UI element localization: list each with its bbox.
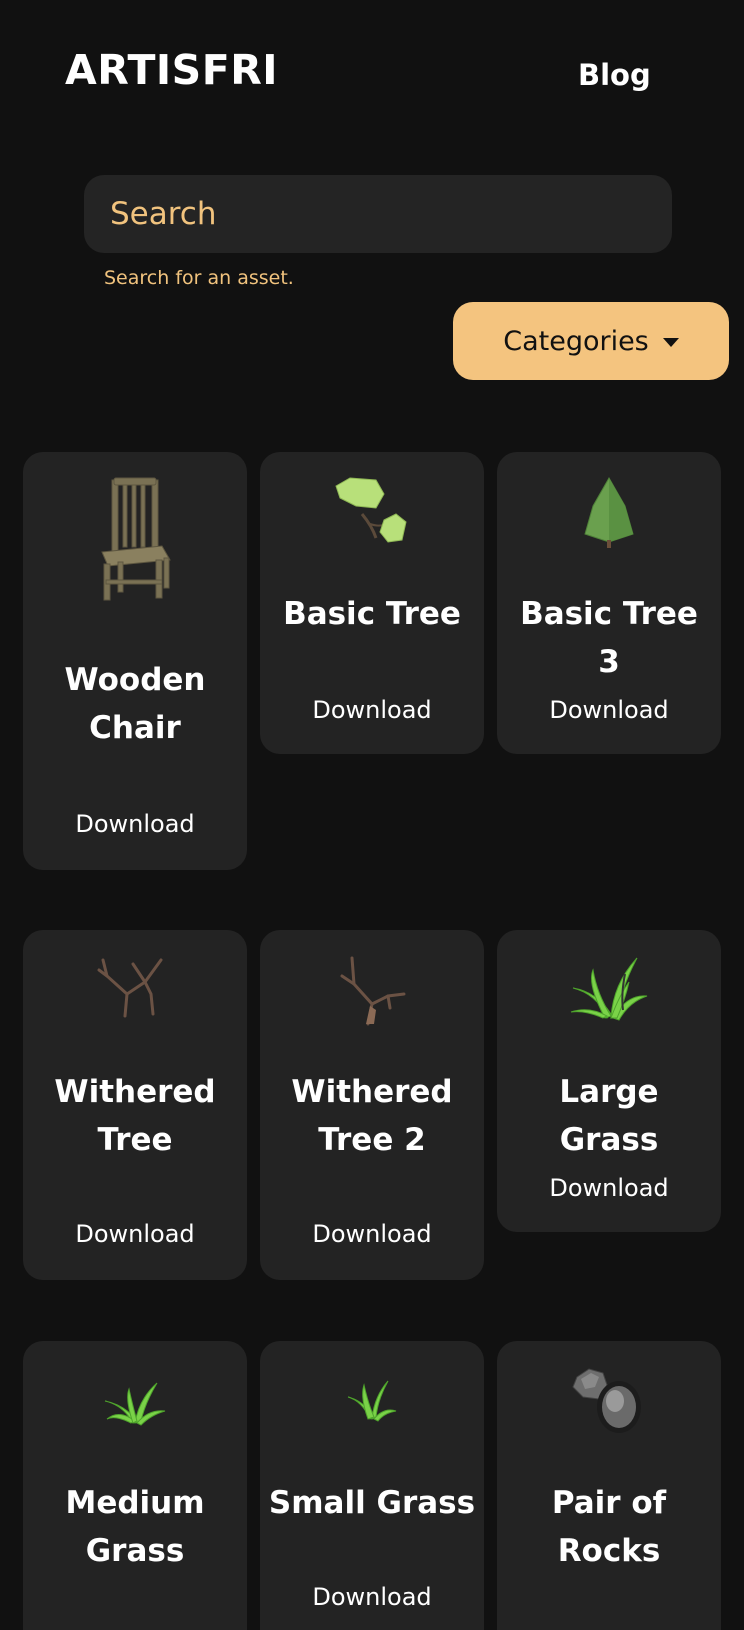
- download-button[interactable]: Download: [23, 810, 247, 838]
- caret-down-icon: [662, 338, 679, 347]
- withered-tree-2-icon: [260, 954, 484, 1028]
- download-button[interactable]: Download: [497, 1174, 721, 1202]
- asset-card: Wooden Chair Download: [23, 452, 247, 870]
- asset-card: Withered Tree Download: [23, 930, 247, 1280]
- blog-link[interactable]: Blog: [578, 58, 651, 92]
- asset-card: Large Grass Download: [497, 930, 721, 1232]
- asset-title[interactable]: Wooden Chair: [31, 656, 239, 752]
- site-logo[interactable]: ARTISFRI: [65, 46, 278, 94]
- large-grass-icon: [497, 954, 721, 1022]
- asset-card: Basic Tree 3 Download: [497, 452, 721, 754]
- wooden-chair-icon: [23, 474, 247, 604]
- asset-title[interactable]: Large Grass: [505, 1068, 713, 1164]
- asset-title[interactable]: Withered Tree: [31, 1068, 239, 1164]
- asset-title[interactable]: Basic Tree 3: [505, 590, 713, 686]
- asset-card: Pair of Rocks: [497, 1341, 721, 1630]
- asset-browser-page: ARTISFRI Blog Search for an asset. Categ…: [0, 0, 744, 1630]
- asset-card: Basic Tree Download: [260, 452, 484, 754]
- asset-title[interactable]: Pair of Rocks: [505, 1479, 713, 1575]
- pine-tree-icon: [497, 476, 721, 550]
- asset-title[interactable]: Basic Tree: [268, 590, 476, 638]
- asset-title[interactable]: Small Grass: [268, 1479, 476, 1527]
- download-button[interactable]: Download: [260, 696, 484, 724]
- download-button[interactable]: Download: [260, 1583, 484, 1611]
- search-box[interactable]: [84, 175, 672, 253]
- rocks-icon: [497, 1365, 721, 1437]
- download-button[interactable]: Download: [23, 1220, 247, 1248]
- medium-grass-icon: [23, 1379, 247, 1427]
- withered-tree-icon: [23, 954, 247, 1020]
- download-button[interactable]: Download: [260, 1220, 484, 1248]
- asset-title[interactable]: Medium Grass: [31, 1479, 239, 1575]
- categories-label: Categories: [503, 325, 649, 357]
- download-button[interactable]: Download: [497, 696, 721, 724]
- asset-title[interactable]: Withered Tree 2: [268, 1068, 476, 1164]
- asset-card: Small Grass Download: [260, 1341, 484, 1630]
- basic-tree-icon: [260, 476, 484, 548]
- small-grass-icon: [260, 1377, 484, 1423]
- categories-dropdown-button[interactable]: Categories: [453, 302, 729, 380]
- asset-card: Withered Tree 2 Download: [260, 930, 484, 1280]
- asset-card: Medium Grass: [23, 1341, 247, 1630]
- search-input[interactable]: [108, 195, 648, 233]
- search-hint: Search for an asset.: [104, 267, 294, 289]
